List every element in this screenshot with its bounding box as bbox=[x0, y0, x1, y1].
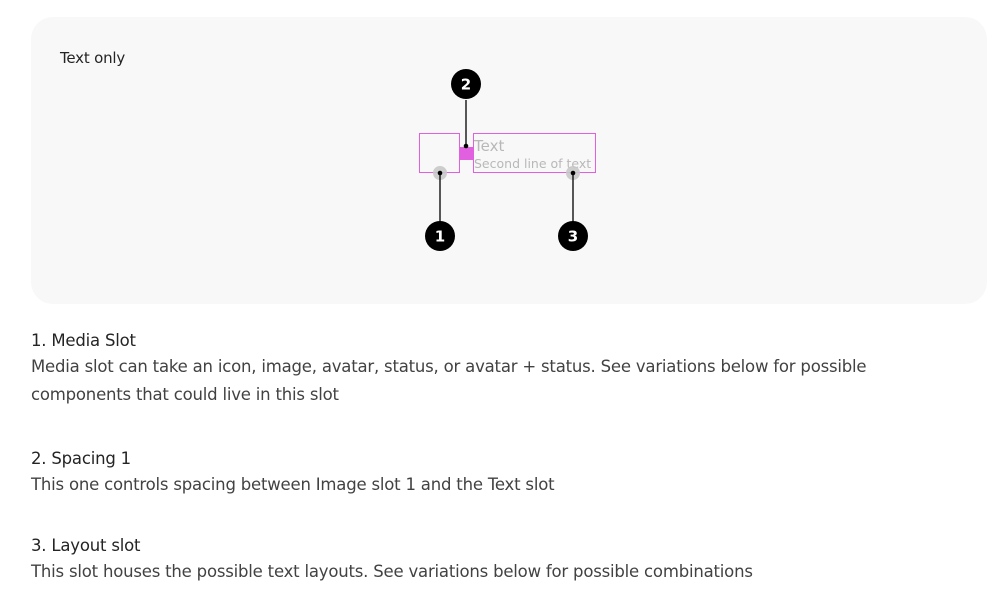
section-body: This one controls spacing between Image … bbox=[31, 475, 555, 494]
section-title: 1. Media Slot bbox=[31, 331, 136, 350]
diagram-card: Text only Text Second line of text 1 2 3 bbox=[31, 17, 987, 304]
anatomy-diagram: Text Second line of text 1 2 3 bbox=[419, 69, 596, 251]
section-layout-slot: 3. Layout slot This slot houses the poss… bbox=[31, 534, 931, 586]
anchor-point-1 bbox=[437, 170, 443, 176]
text-slot-primary: Text bbox=[473, 137, 504, 155]
section-body: Media slot can take an icon, image, avat… bbox=[31, 357, 867, 404]
anchor-point-2 bbox=[463, 143, 469, 149]
section-media-slot: 1. Media Slot Media slot can take an ico… bbox=[31, 329, 931, 409]
anchor-point-3 bbox=[570, 170, 576, 176]
section-title: 2. Spacing 1 bbox=[31, 449, 131, 468]
marker-1-label: 1 bbox=[435, 228, 445, 246]
marker-3-label: 3 bbox=[568, 228, 578, 246]
section-spacing: 2. Spacing 1 This one controls spacing b… bbox=[31, 447, 931, 499]
spacing-indicator bbox=[460, 147, 473, 160]
section-body: This slot houses the possible text layou… bbox=[31, 562, 753, 581]
marker-2-label: 2 bbox=[461, 76, 471, 94]
section-title: 3. Layout slot bbox=[31, 536, 141, 555]
